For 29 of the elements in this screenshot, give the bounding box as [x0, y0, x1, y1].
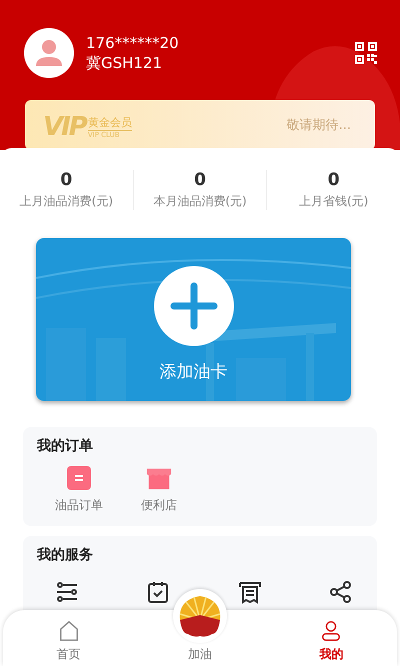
nav-tab[interactable]: 首页 — [3, 610, 134, 666]
person-icon — [320, 619, 342, 643]
vip-logo-text: VIP — [43, 112, 86, 142]
order-item[interactable]: 油品订单 — [55, 465, 103, 514]
home-icon — [58, 619, 80, 643]
phone-number: 176******20 — [86, 34, 180, 52]
stat-label: 上月省钱(元) — [298, 193, 368, 210]
add-card-button[interactable]: 添加油卡 — [36, 238, 351, 401]
nav-tab[interactable]: 我的 — [266, 610, 397, 666]
document-icon — [66, 465, 92, 491]
nav-tab[interactable]: 加油 — [134, 582, 266, 666]
avatar-icon — [24, 28, 74, 78]
sliders-icon[interactable] — [55, 580, 79, 604]
vip-title: 黄金会员 — [88, 115, 132, 130]
stat-label: 上月油品消费(元) — [20, 193, 114, 210]
plus-icon — [154, 266, 234, 346]
stat-value: 0 — [194, 170, 206, 190]
qr-code-icon[interactable] — [354, 41, 378, 65]
stat-value: 0 — [60, 170, 72, 190]
vip-status: 敬请期待... — [286, 117, 351, 134]
order-item[interactable]: 便利店 — [141, 465, 177, 514]
share-icon[interactable] — [328, 580, 353, 604]
section-title: 我的服务 — [37, 546, 94, 564]
section-title: 我的订单 — [37, 437, 94, 455]
calendar-icon[interactable] — [146, 580, 170, 604]
stat-label: 本月油品消费(元) — [153, 193, 247, 210]
license-plate: 冀GSH121 — [86, 54, 164, 72]
stat-value: 0 — [328, 170, 340, 190]
receipt-icon[interactable] — [238, 580, 262, 604]
